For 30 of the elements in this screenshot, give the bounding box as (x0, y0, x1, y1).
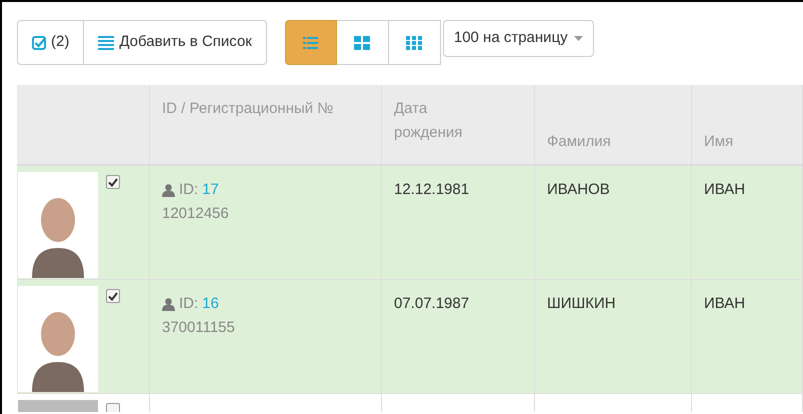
id-link[interactable]: 16 (202, 292, 219, 316)
id-label: ID: (179, 294, 198, 314)
column-header[interactable]: Имя (704, 130, 734, 154)
table-cell: ИВАН (704, 295, 746, 312)
small-grid-icon (406, 36, 422, 50)
list-view-icon (303, 36, 318, 48)
column-header[interactable]: Фамилия (547, 130, 611, 154)
checkbox-icon (32, 36, 46, 50)
id-label: ID: (179, 180, 198, 200)
per-page-dropdown[interactable]: 100 на страницу (442, 20, 594, 57)
id-link[interactable]: 17 (202, 178, 219, 202)
registration-number: 12012456 (162, 204, 230, 224)
list-icon (98, 36, 114, 50)
table-cell: ШИШКИН (547, 295, 616, 312)
table-cell: ИВАНОВ (547, 181, 610, 198)
view-toggle-button[interactable] (284, 20, 337, 65)
table-cell: 12.12.1981 (394, 181, 470, 198)
user-icon (162, 298, 175, 310)
row-checkbox[interactable] (106, 289, 120, 303)
add-to-list-button[interactable]: Добавить в Список (84, 20, 267, 65)
grid-icon (354, 36, 370, 50)
selected-count-button[interactable]: (2) (17, 20, 84, 65)
view-toggle-button[interactable] (336, 20, 389, 65)
caret-icon (574, 36, 583, 41)
row-checkbox[interactable] (106, 175, 120, 189)
table-cell: ИВАН (704, 181, 746, 198)
registration-number: 370011155 (162, 318, 236, 338)
view-toggle-button[interactable] (388, 20, 441, 65)
user-icon (162, 184, 175, 196)
table-cell: 07.07.1987 (394, 295, 470, 312)
